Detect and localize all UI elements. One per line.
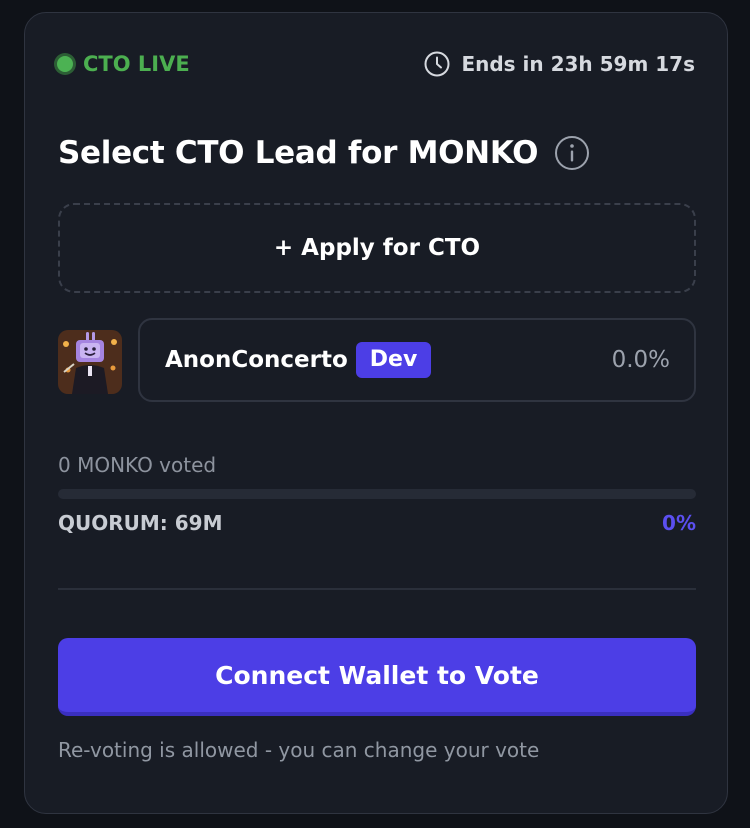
clock-icon	[424, 51, 450, 77]
revote-note: Re-voting is allowed - you can change yo…	[58, 738, 540, 762]
countdown-label: Ends in 23h 59m 17s	[461, 52, 695, 76]
candidate-name: AnonConcerto	[165, 347, 348, 373]
divider	[58, 588, 696, 590]
connect-wallet-button[interactable]: Connect Wallet to Vote	[58, 638, 696, 716]
candidate-row: AnonConcerto Dev 0.0%	[58, 318, 696, 402]
title-row: Select CTO Lead for MONKO	[58, 131, 590, 175]
candidate-option[interactable]: AnonConcerto Dev 0.0%	[138, 318, 696, 402]
apply-for-cto-button[interactable]: + Apply for CTO	[58, 203, 696, 293]
cto-vote-card: CTO LIVE Ends in 23h 59m 17s Select CTO …	[24, 12, 728, 814]
live-dot-icon	[57, 56, 73, 72]
countdown: Ends in 23h 59m 17s	[423, 50, 695, 78]
quorum-progress-bar	[58, 489, 696, 499]
candidate-role-badge: Dev	[355, 342, 432, 378]
status-row: CTO LIVE Ends in 23h 59m 17s	[55, 49, 695, 79]
live-label: CTO LIVE	[83, 52, 190, 76]
avatar-image	[58, 330, 122, 394]
avatar	[58, 330, 122, 394]
apply-label: + Apply for CTO	[273, 235, 481, 261]
page-title: Select CTO Lead for MONKO	[58, 135, 539, 171]
candidate-vote-percent: 0.0%	[611, 347, 670, 373]
live-status: CTO LIVE	[55, 52, 190, 76]
quorum-label: QUORUM: 69M	[58, 511, 223, 535]
voted-amount: 0 MONKO voted	[58, 453, 217, 477]
quorum-row: QUORUM: 69M 0%	[58, 511, 696, 535]
quorum-percent: 0%	[662, 511, 696, 535]
info-circle-icon[interactable]	[554, 135, 590, 171]
